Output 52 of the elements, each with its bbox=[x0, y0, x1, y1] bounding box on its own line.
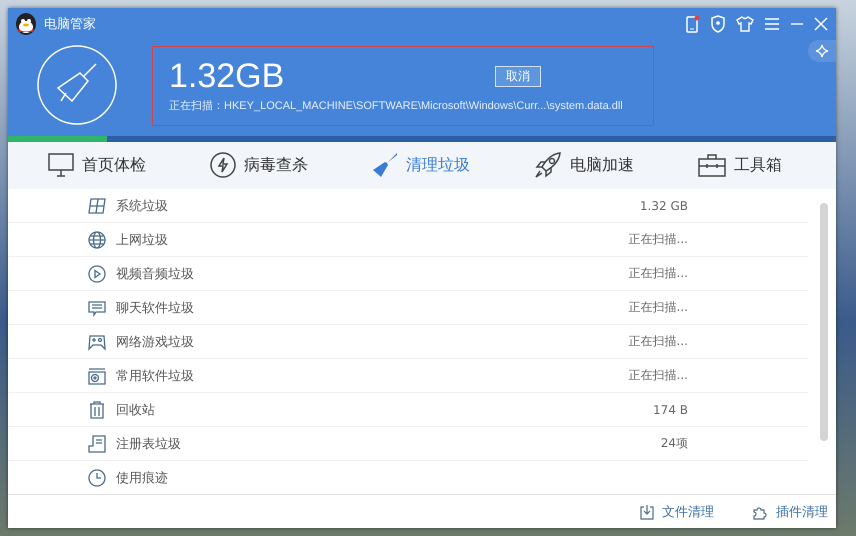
scan-result: 正在扫描... bbox=[628, 333, 688, 350]
cleanup-link[interactable]: 插件清理 bbox=[746, 502, 834, 522]
close-icon[interactable] bbox=[814, 17, 828, 31]
menu-icon[interactable] bbox=[764, 17, 780, 31]
chat-icon bbox=[88, 298, 106, 317]
nav-tab[interactable]: 工具箱 bbox=[694, 149, 786, 182]
nav-tab[interactable]: 病毒查杀 bbox=[206, 148, 312, 182]
junk-category: 常用软件垃圾 bbox=[116, 368, 195, 385]
cleanup-link[interactable]: 文件清理 bbox=[634, 502, 720, 522]
scan-result: 1.32 GB bbox=[640, 198, 688, 213]
sparkle-icon bbox=[815, 43, 829, 59]
play-icon bbox=[88, 264, 106, 283]
scan-result: 正在扫描... bbox=[628, 367, 688, 384]
scan-status: 正在扫描：HKEY_LOCAL_MACHINE\SOFTWARE\Microsoft\Windows\Curr...\system.data.dll bbox=[169, 99, 624, 113]
monitor-icon bbox=[48, 153, 74, 178]
penguin-logo-icon bbox=[14, 12, 38, 36]
broom-icon bbox=[372, 152, 398, 178]
clock-icon bbox=[88, 468, 106, 487]
t-shirt-icon[interactable] bbox=[736, 16, 754, 32]
junk-category: 聊天软件垃圾 bbox=[116, 300, 195, 317]
junk-category: 系统垃圾 bbox=[116, 198, 169, 215]
junk-category: 视频音频垃圾 bbox=[116, 266, 195, 283]
scan-result: 24项 bbox=[660, 435, 688, 452]
scrollbar[interactable] bbox=[820, 203, 828, 442]
disc-drive-icon bbox=[88, 366, 106, 385]
window-title: 电脑管家 bbox=[44, 16, 97, 33]
trash-icon bbox=[88, 400, 106, 419]
scan-result: 正在扫描... bbox=[628, 265, 688, 282]
gamepad-icon bbox=[88, 332, 106, 351]
phone-icon[interactable] bbox=[686, 15, 700, 33]
scan-result: 正在扫描... bbox=[628, 231, 688, 248]
junk-category: 使用痕迹 bbox=[116, 470, 169, 487]
rocket-icon bbox=[534, 151, 562, 180]
nav-tab[interactable]: 首页体检 bbox=[44, 149, 150, 182]
scanned-size: 1.32GB bbox=[169, 57, 286, 96]
junk-category: 回收站 bbox=[116, 402, 156, 419]
shield-icon[interactable] bbox=[710, 15, 726, 33]
globe-icon bbox=[88, 230, 106, 249]
lightning-bolt-icon bbox=[210, 152, 236, 178]
junk-category: 注册表垃圾 bbox=[116, 436, 182, 453]
document-icon bbox=[88, 434, 106, 453]
junk-category: 上网垃圾 bbox=[116, 232, 169, 249]
nav-tab[interactable]: 清理垃圾 bbox=[368, 148, 474, 182]
download-document-icon bbox=[640, 504, 654, 520]
scan-result: 174 B bbox=[653, 402, 688, 417]
sparkle-button[interactable] bbox=[808, 40, 836, 62]
junk-category: 网络游戏垃圾 bbox=[116, 334, 195, 351]
window-grid-icon bbox=[88, 196, 106, 215]
scan-result: 正在扫描... bbox=[628, 299, 688, 316]
broom-circle-icon bbox=[36, 44, 118, 126]
nav-tab[interactable]: 电脑加速 bbox=[530, 147, 638, 184]
toolbox-icon bbox=[698, 153, 726, 178]
